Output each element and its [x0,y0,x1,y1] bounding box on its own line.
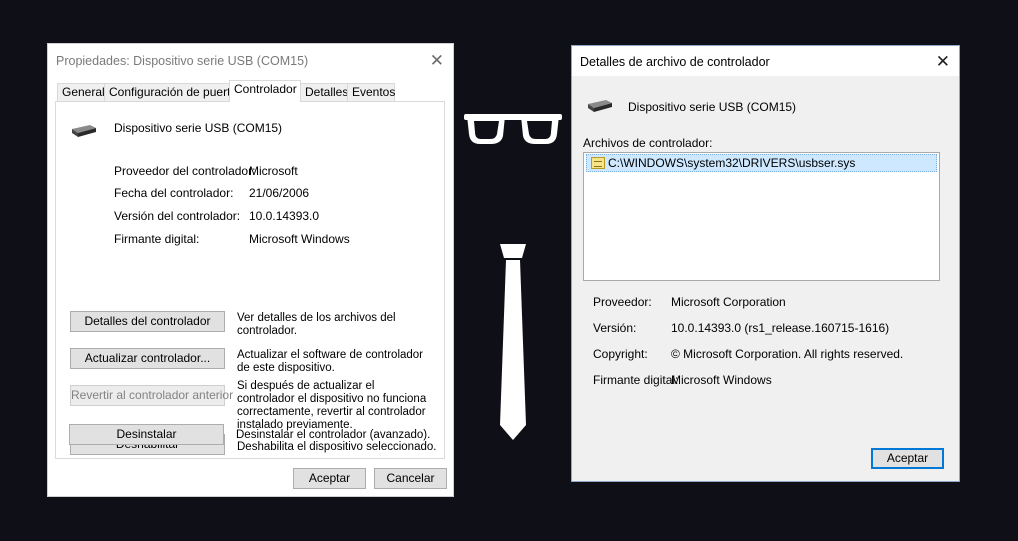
signer-label: Firmante digital: [593,373,679,387]
driver-details-button[interactable]: Detalles del controlador [70,311,225,332]
signer-label: Firmante digital: [114,232,200,246]
tab-driver[interactable]: Controlador [229,80,301,102]
version-label: Versión del controlador: [114,209,241,223]
list-item[interactable]: C:\WINDOWS\system32\DRIVERS\usbser.sys [586,154,937,172]
ok-button[interactable]: Aceptar [293,468,366,489]
version-value: 10.0.14393.0 [249,209,320,223]
ok-button[interactable]: Aceptar [871,448,944,469]
copyright-value: © Microsoft Corporation. All rights rese… [671,347,904,361]
driver-files-label: Archivos de controlador: [583,136,713,150]
signer-value: Microsoft Windows [249,232,350,246]
signer-value: Microsoft Windows [671,373,772,387]
close-icon[interactable]: ✕ [936,53,950,70]
title-bar: Detalles de archivo de controlador ✕ [572,46,959,76]
tab-details[interactable]: Detalles [300,83,348,101]
close-icon[interactable]: ✕ [430,52,444,69]
driver-tab-panel: Dispositivo serie USB (COM15) Proveedor … [55,101,445,459]
update-driver-description: Actualizar el software de controlador de… [237,349,424,374]
provider-value: Microsoft Corporation [671,295,786,309]
copyright-label: Copyright: [593,347,648,361]
device-name: Dispositivo serie USB (COM15) [114,121,283,135]
driver-files-list[interactable]: C:\WINDOWS\system32\DRIVERS\usbser.sys [583,152,940,281]
tab-port-settings[interactable]: Configuración de puerto [104,83,237,101]
cancel-button[interactable]: Cancelar [374,468,447,489]
provider-label: Proveedor del controlador: [114,164,256,178]
tab-general[interactable]: General [57,83,105,101]
window-title: Propiedades: Dispositivo serie USB (COM1… [56,54,309,68]
provider-value: Microsoft [249,164,298,178]
window-title: Detalles de archivo de controlador [580,55,770,69]
file-path: C:\WINDOWS\system32\DRIVERS\usbser.sys [608,156,856,170]
uninstall-description: Desinstalar el controlador (avanzado). [236,429,431,441]
usb-device-icon [588,100,612,112]
device-properties-window: Propiedades: Dispositivo serie USB (COM1… [47,43,454,497]
glasses-icon [464,114,562,144]
disable-device-description: Deshabilita el dispositivo seleccionado. [237,441,437,453]
tab-events[interactable]: Eventos [347,83,395,101]
version-label: Versión: [593,321,637,335]
version-value: 10.0.14393.0 (rs1_release.160715-1616) [671,321,890,335]
driver-details-description: Ver detalles de los archivos del control… [237,312,396,337]
uninstall-button[interactable]: Desinstalar [69,424,224,445]
date-label: Fecha del controlador: [114,186,234,200]
driver-file-icon [591,157,605,169]
tie-icon [500,244,526,440]
device-name: Dispositivo serie USB (COM15) [628,100,797,114]
rollback-driver-description: Si después de actualizar el controlador … [237,380,427,431]
date-value: 21/06/2006 [249,186,310,200]
usb-device-icon [72,125,96,137]
driver-file-details-window: Detalles de archivo de controlador ✕ Dis… [571,45,960,482]
rollback-driver-button[interactable]: Revertir al controlador anterior [70,385,233,406]
provider-label: Proveedor: [593,295,652,309]
update-driver-button[interactable]: Actualizar controlador... [70,348,225,369]
